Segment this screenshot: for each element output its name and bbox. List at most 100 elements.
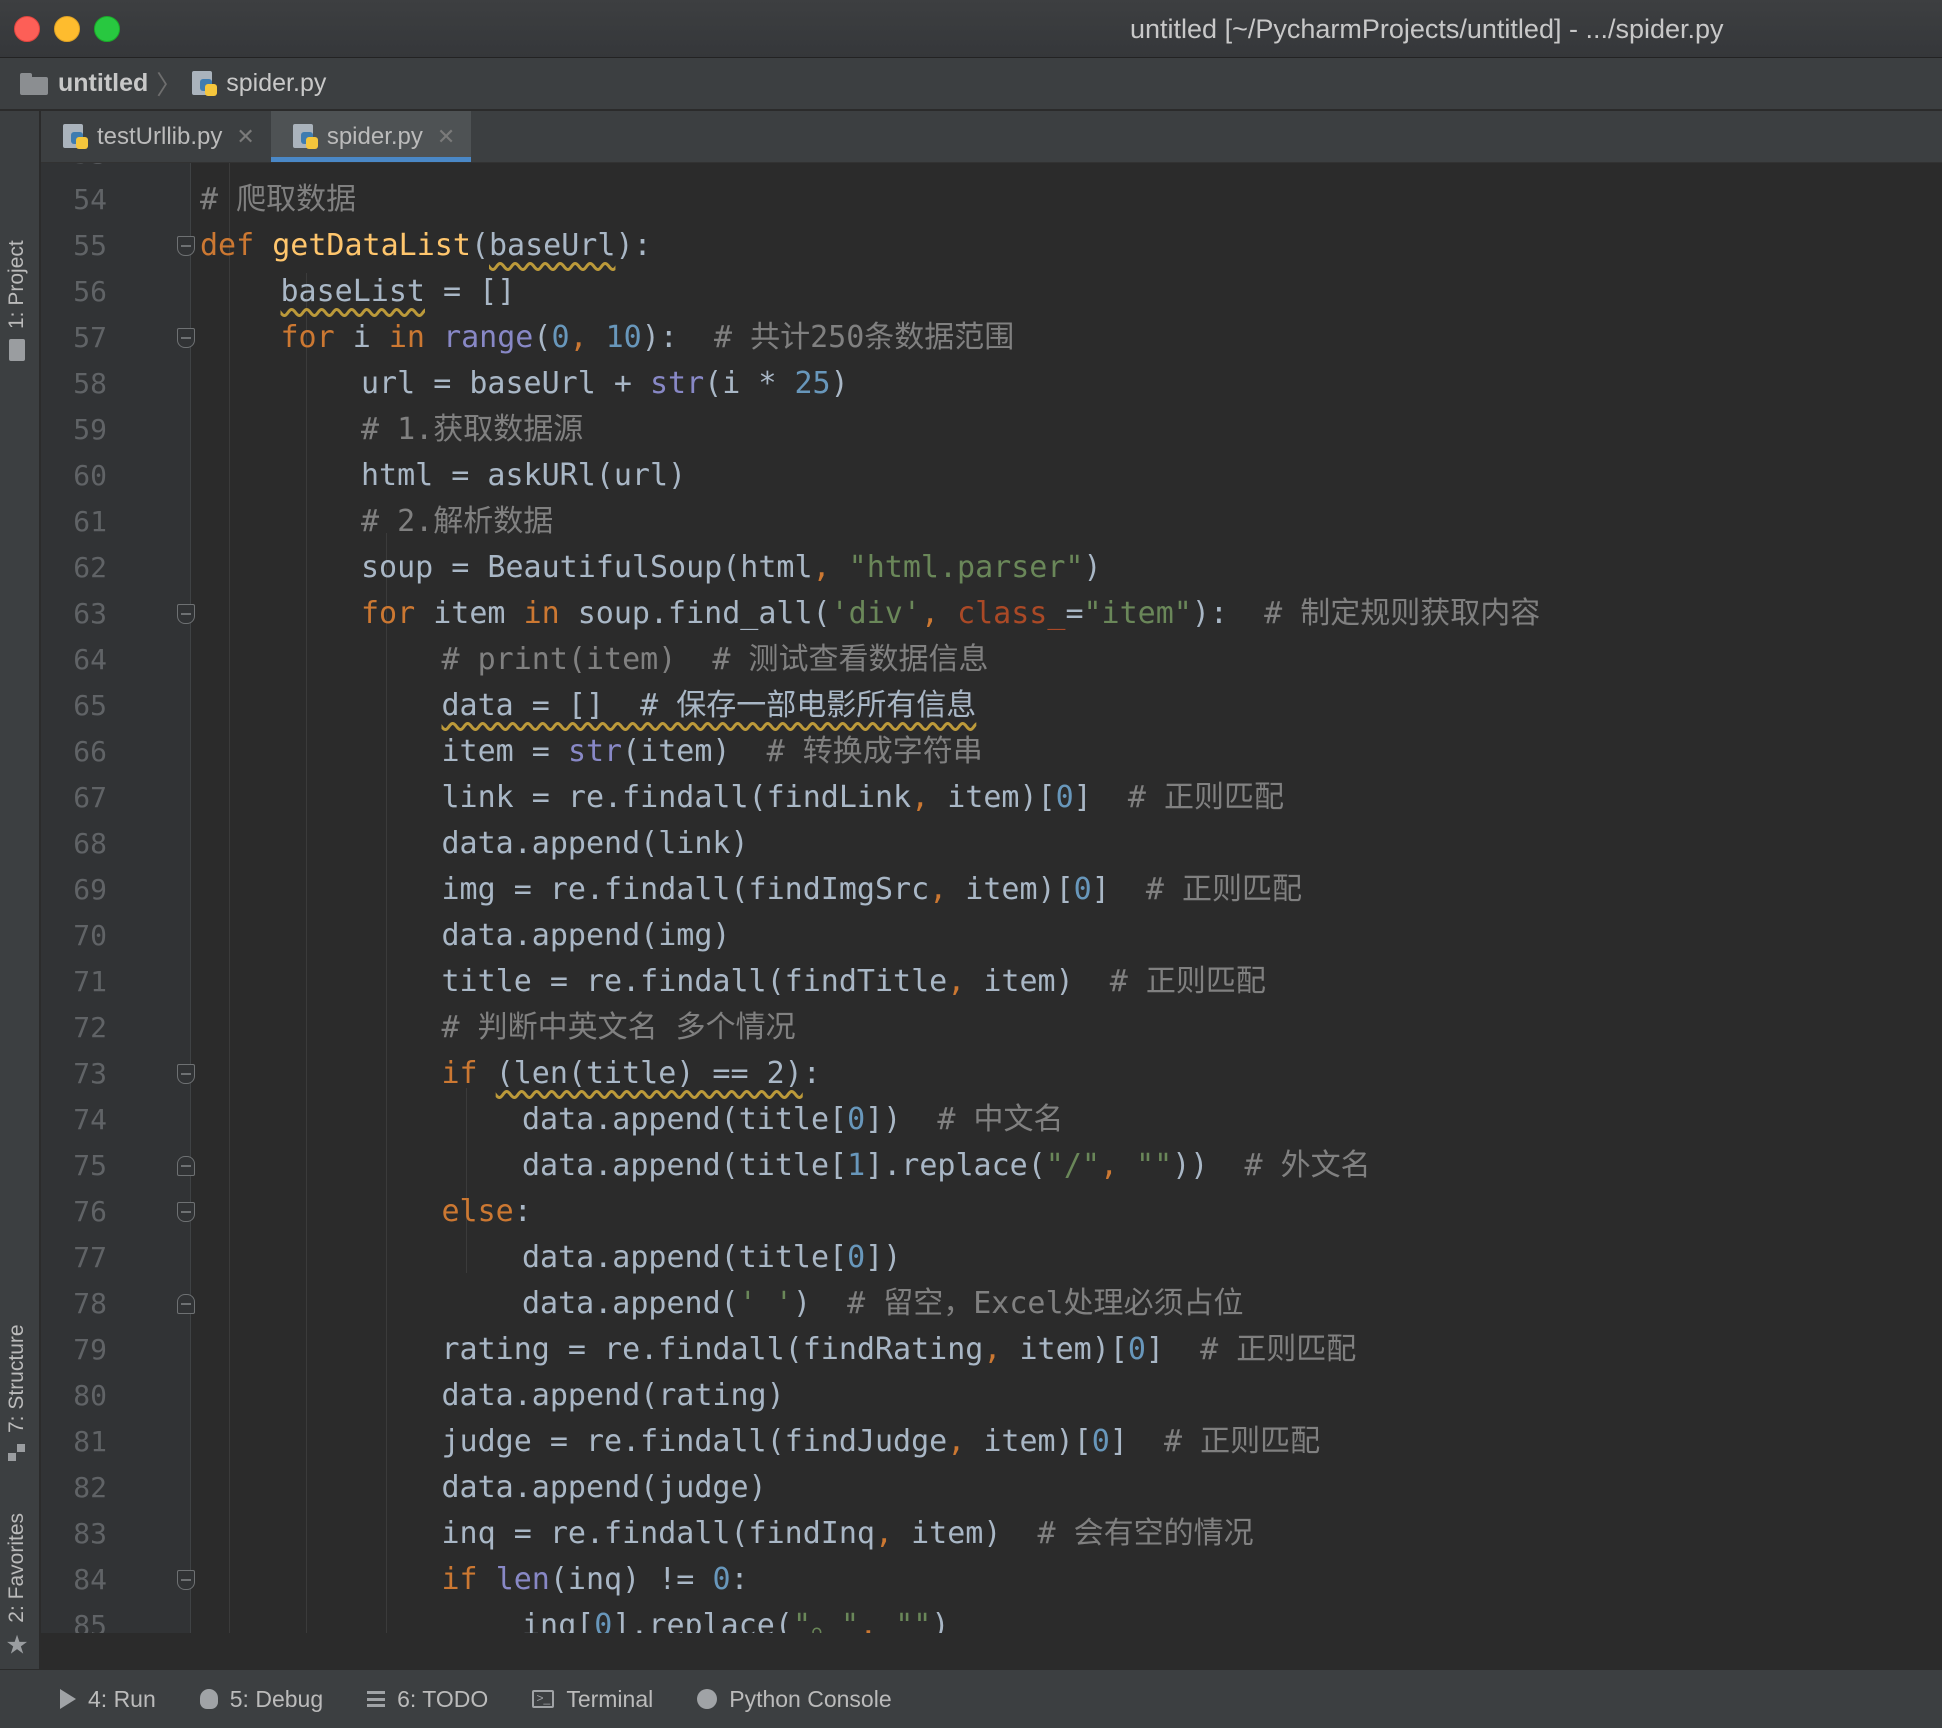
tab-testurllib[interactable]: testUrllib.py ✕ (41, 111, 271, 162)
line-number[interactable]: 57 (41, 315, 107, 361)
line-number[interactable]: 69 (41, 867, 107, 913)
code-line[interactable]: 58 url = baseUrl + str(i * 25) (41, 361, 1942, 407)
code-line[interactable]: 79 rating = re.findall(findRating, item)[… (41, 1327, 1942, 1373)
code-token: i (352, 320, 389, 355)
line-number[interactable]: 83 (41, 1511, 107, 1557)
line-number[interactable]: 54 (41, 177, 107, 223)
code-line[interactable]: 75 data.append(title[1].replace("/", ""))… (41, 1143, 1942, 1189)
line-number[interactable]: 79 (41, 1327, 107, 1373)
fold-marker-icon[interactable] (177, 328, 195, 348)
line-number[interactable]: 55 (41, 223, 107, 269)
line-number[interactable]: 75 (41, 1143, 107, 1189)
fold-marker-icon[interactable] (177, 236, 195, 256)
code-line[interactable]: 83 inq = re.findall(findInq, item) # 会有空的… (41, 1511, 1942, 1557)
debug-icon (199, 1689, 218, 1709)
code-token: item (433, 596, 524, 631)
code-line[interactable]: 55 def getDataList(baseUrl): (41, 223, 1942, 269)
line-number[interactable]: 81 (41, 1419, 107, 1465)
window-close-button[interactable] (14, 16, 40, 42)
code-line[interactable]: 74 data.append(title[0]) # 中文名 (41, 1097, 1942, 1143)
code-line[interactable]: 61 # 2.解析数据 (41, 499, 1942, 545)
line-number[interactable]: 74 (41, 1097, 107, 1143)
tool-debug[interactable]: 5: Debug (199, 1686, 323, 1713)
line-number[interactable]: 70 (41, 913, 107, 959)
code-line[interactable]: 60 html = askURl(url) (41, 453, 1942, 499)
code-token: , (983, 1332, 1020, 1367)
line-number[interactable]: 61 (41, 499, 107, 545)
fold-marker-icon[interactable] (177, 1570, 195, 1590)
fold-marker-icon[interactable] (177, 1064, 195, 1084)
code-text: data.append(title[0]) # 中文名 (522, 1097, 1064, 1143)
line-number[interactable]: 76 (41, 1189, 107, 1235)
window-minimize-button[interactable] (54, 16, 80, 42)
code-line[interactable]: 62 soup = BeautifulSoup(html, "html.parse… (41, 545, 1942, 591)
code-line[interactable]: 65 data = [] # 保存一部电影所有信息 (41, 683, 1942, 729)
line-number[interactable]: 56 (41, 269, 107, 315)
fold-marker-icon[interactable] (177, 1156, 195, 1176)
line-number[interactable]: 60 (41, 453, 107, 499)
line-number[interactable]: 72 (41, 1005, 107, 1051)
code-token: , (929, 872, 966, 907)
line-number[interactable]: 63 (41, 591, 107, 637)
tool-python-console[interactable]: Python Console (697, 1686, 892, 1713)
code-line[interactable]: 67 link = re.findall(findLink, item)[0] #… (41, 775, 1942, 821)
line-number[interactable]: 62 (41, 545, 107, 591)
fold-marker-icon[interactable] (177, 604, 195, 624)
fold-marker-icon[interactable] (177, 1202, 195, 1222)
tool-window-project[interactable]: 1: Project (5, 240, 29, 361)
code-line[interactable]: 84 if len(inq) != 0: (41, 1557, 1942, 1603)
breadcrumb-project[interactable]: untitled (58, 69, 148, 98)
code-line[interactable]: 73 if (len(title) == 2): (41, 1051, 1942, 1097)
window-maximize-button[interactable] (94, 16, 120, 42)
code-line[interactable]: 72 # 判断中英文名 多个情况 (41, 1005, 1942, 1051)
code-line[interactable]: 53 (41, 163, 1942, 177)
code-line[interactable]: 85 inq[0].replace("。", "") (41, 1603, 1942, 1633)
line-number[interactable]: 68 (41, 821, 107, 867)
close-icon[interactable]: ✕ (437, 124, 455, 150)
code-line[interactable]: 57 for i in range(0, 10): # 共计250条数据范围 (41, 315, 1942, 361)
code-token: data.append(link) (441, 826, 749, 861)
code-line[interactable]: 54 # 爬取数据 (41, 177, 1942, 223)
code-line[interactable]: 66 item = str(item) # 转换成字符串 (41, 729, 1942, 775)
close-icon[interactable]: ✕ (236, 124, 254, 150)
line-number[interactable]: 82 (41, 1465, 107, 1511)
fold-marker-icon[interactable] (177, 1294, 195, 1314)
line-number[interactable]: 53 (41, 163, 107, 177)
line-number[interactable]: 58 (41, 361, 107, 407)
code-line[interactable]: 76 else: (41, 1189, 1942, 1235)
code-line[interactable]: 77 data.append(title[0]) (41, 1235, 1942, 1281)
line-number[interactable]: 59 (41, 407, 107, 453)
code-line[interactable]: 78 data.append(' ') # 留空，Excel处理必须占位 (41, 1281, 1942, 1327)
code-line[interactable]: 63 for item in soup.find_all('div', class… (41, 591, 1942, 637)
line-number[interactable]: 65 (41, 683, 107, 729)
breadcrumb-file[interactable]: spider.py (226, 69, 326, 98)
code-line[interactable]: 82 data.append(judge) (41, 1465, 1942, 1511)
code-line[interactable]: 69 img = re.findall(findImgSrc, item)[0] … (41, 867, 1942, 913)
tool-run[interactable]: 4: Run (60, 1686, 156, 1713)
line-number[interactable]: 66 (41, 729, 107, 775)
code-line[interactable]: 56 baseList = [] (41, 269, 1942, 315)
tool-window-favorites[interactable]: ★ 2: Favorites (5, 1513, 29, 1659)
line-number[interactable]: 64 (41, 637, 107, 683)
line-number[interactable]: 78 (41, 1281, 107, 1327)
line-number[interactable]: 77 (41, 1235, 107, 1281)
tool-todo[interactable]: 6: TODO (367, 1686, 488, 1713)
tool-terminal[interactable]: >_ Terminal (532, 1686, 653, 1713)
line-number[interactable]: 71 (41, 959, 107, 1005)
code-line[interactable]: 64 # print(item) # 测试查看数据信息 (41, 637, 1942, 683)
code-line[interactable]: 71 title = re.findall(findTitle, item) # … (41, 959, 1942, 1005)
code-line[interactable]: 81 judge = re.findall(findJudge, item)[0]… (41, 1419, 1942, 1465)
code-line[interactable]: 80 data.append(rating) (41, 1373, 1942, 1419)
code-editor[interactable]: 5354# 爬取数据55def getDataList(baseUrl):56b… (41, 163, 1942, 1633)
line-number[interactable]: 73 (41, 1051, 107, 1097)
line-number[interactable]: 85 (41, 1603, 107, 1633)
line-number[interactable]: 80 (41, 1373, 107, 1419)
tool-window-structure[interactable]: 7: Structure (5, 1324, 29, 1461)
code-line[interactable]: 70 data.append(img) (41, 913, 1942, 959)
line-number[interactable]: 84 (41, 1557, 107, 1603)
code-line[interactable]: 59 # 1.获取数据源 (41, 407, 1942, 453)
code-token: "html.parser" (848, 550, 1084, 585)
tab-spider[interactable]: spider.py ✕ (270, 111, 472, 162)
code-line[interactable]: 68 data.append(link) (41, 821, 1942, 867)
line-number[interactable]: 67 (41, 775, 107, 821)
